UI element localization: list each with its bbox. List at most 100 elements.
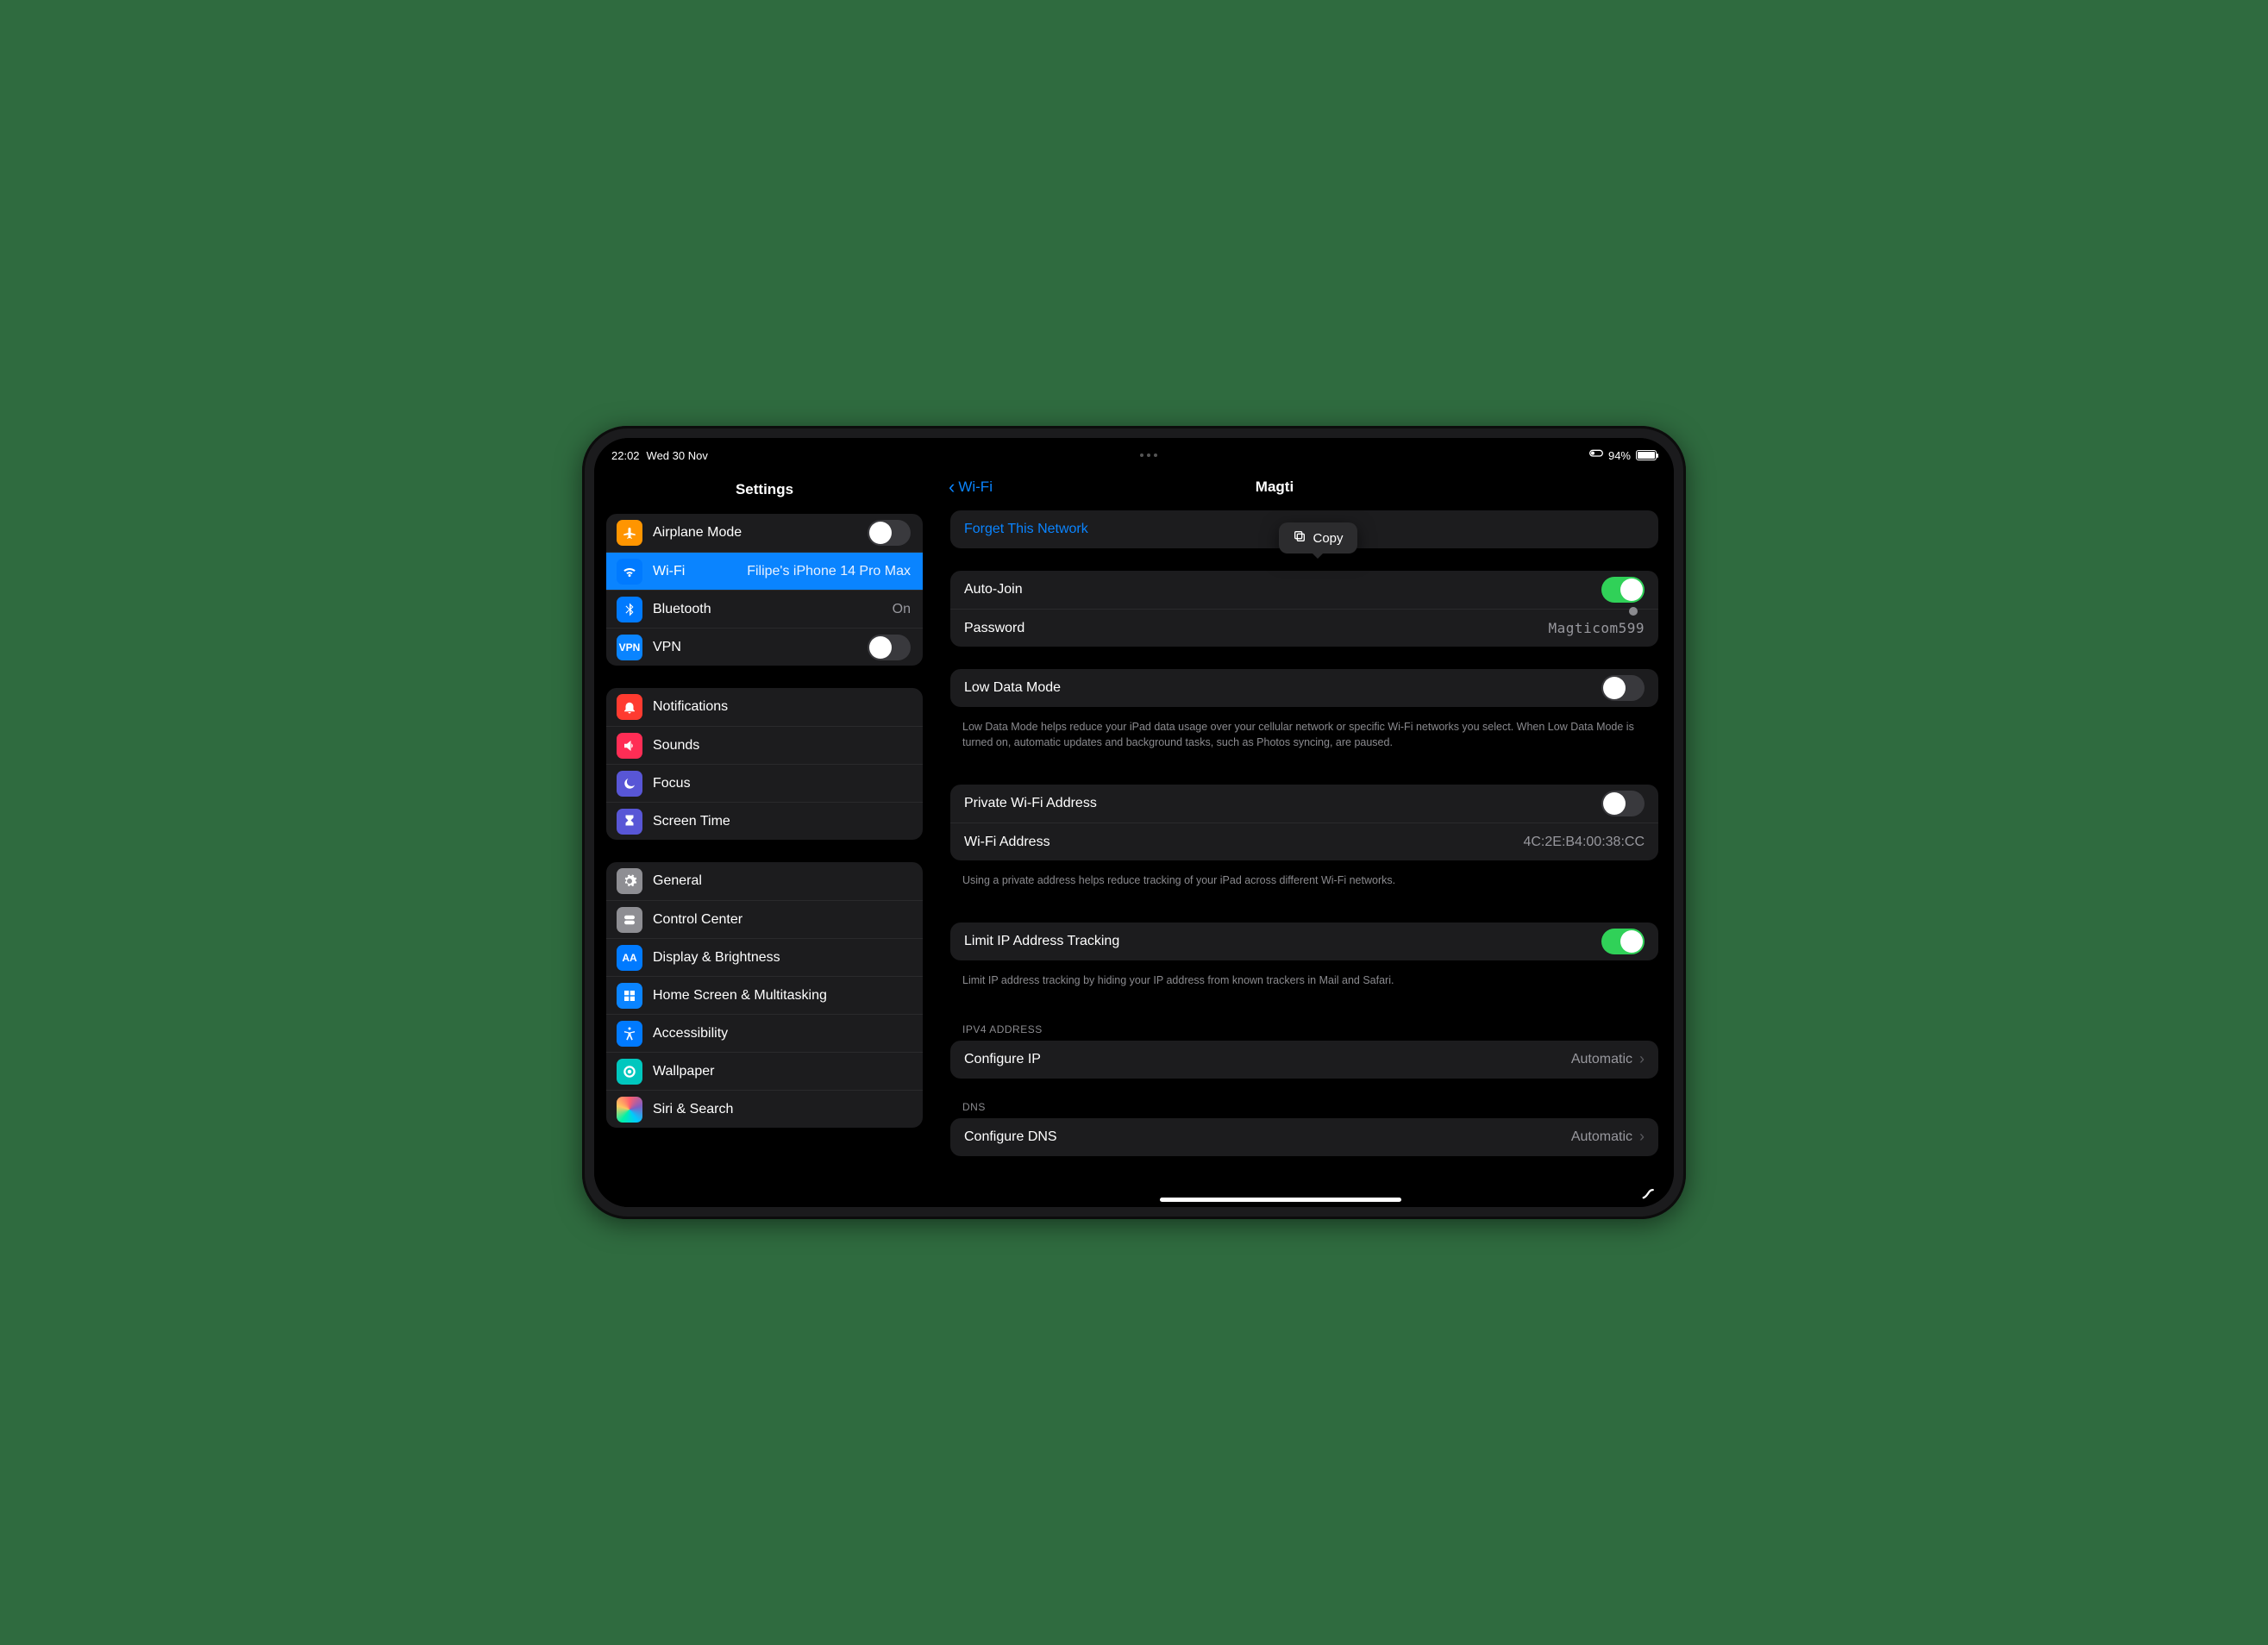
sidebar-item-sounds[interactable]: Sounds — [606, 726, 923, 764]
sidebar-item-label: VPN — [653, 640, 681, 655]
sidebar-item-display-brightness[interactable]: AA Display & Brightness — [606, 938, 923, 976]
section-footer: Low Data Mode helps reduce your iPad dat… — [950, 714, 1658, 769]
row-value: Automatic — [1571, 1129, 1632, 1145]
copy-popover[interactable]: Copy — [1279, 522, 1357, 554]
sidebar-item-value: Filipe's iPhone 14 Pro Max — [747, 564, 911, 579]
siri-icon — [617, 1097, 642, 1123]
sidebar-item-label: Control Center — [653, 912, 742, 928]
sidebar-item-label: Wi-Fi — [653, 564, 685, 579]
sidebar-item-general[interactable]: General — [606, 862, 923, 900]
sidebar-item-label: General — [653, 873, 702, 889]
sidebar-item-label: Sounds — [653, 738, 699, 754]
toggle[interactable] — [1601, 577, 1645, 603]
sidebar-item-focus[interactable]: Focus — [606, 764, 923, 802]
battery-percent: 94% — [1608, 449, 1631, 462]
sidebar-title: Settings — [594, 474, 935, 514]
sidebar-item-label: Notifications — [653, 699, 728, 715]
row-label: Private Wi-Fi Address — [964, 796, 1097, 811]
switches-icon — [617, 907, 642, 933]
sidebar-item-label: Focus — [653, 776, 691, 791]
battery-icon — [1636, 450, 1657, 460]
home-indicator[interactable] — [1160, 1198, 1401, 1202]
sidebar-item-label: Bluetooth — [653, 602, 711, 617]
wallpaper-icon — [617, 1059, 642, 1085]
wifi-icon — [617, 559, 642, 585]
moon-icon — [617, 771, 642, 797]
chevron-right-icon: › — [1639, 1128, 1645, 1146]
status-time: 22:02 — [611, 449, 640, 462]
toggle[interactable] — [1601, 675, 1645, 701]
gear-icon — [617, 868, 642, 894]
accessibility-icon — [617, 1021, 642, 1047]
row-label: Low Data Mode — [964, 680, 1061, 696]
sidebar-item-siri-search[interactable]: Siri & Search — [606, 1090, 923, 1128]
low-data-mode-toggle[interactable]: Low Data Mode — [950, 669, 1658, 707]
row-value: 4C:2E:B4:00:38:CC — [1523, 835, 1645, 850]
airplane-icon — [617, 520, 642, 546]
section-header: IPV4 ADDRESS — [950, 1008, 1658, 1041]
sidebar-item-wi-fi[interactable]: Wi-Fi Filipe's iPhone 14 Pro Max — [606, 552, 923, 590]
sidebar-item-label: Home Screen & Multitasking — [653, 988, 827, 1004]
detail-scroll[interactable]: Forget This Network Auto-Join Password Magt… — [935, 510, 1674, 1207]
detail-title: Magti — [941, 478, 1608, 496]
status-bar: 22:02 Wed 30 Nov 94% — [594, 443, 1674, 467]
status-date: Wed 30 Nov — [647, 449, 708, 462]
sidebar-item-accessibility[interactable]: Accessibility — [606, 1014, 923, 1052]
configure-dns-row[interactable]: Configure DNS Automatic › — [950, 1118, 1658, 1156]
section-footer: Limit IP address tracking by hiding your… — [950, 967, 1658, 1007]
row-value: Automatic — [1571, 1052, 1632, 1067]
copy-icon — [1293, 529, 1306, 547]
private-wifi-toggle[interactable]: Private Wi-Fi Address — [950, 785, 1658, 822]
row-label: Auto-Join — [964, 582, 1023, 597]
sidebar-item-bluetooth[interactable]: Bluetooth On — [606, 590, 923, 628]
grid-icon — [617, 983, 642, 1009]
password-row[interactable]: Password Magticom599 — [950, 609, 1658, 647]
sidebar-item-label: Screen Time — [653, 814, 730, 829]
sidebar-item-notifications[interactable]: Notifications — [606, 688, 923, 726]
sidebar-item-label: Airplane Mode — [653, 525, 742, 541]
toggle[interactable] — [1601, 929, 1645, 954]
multitask-dots[interactable] — [708, 453, 1589, 457]
configure-ip-row[interactable]: Configure IPAutomatic› — [950, 1041, 1658, 1079]
sidebar-item-label: Display & Brightness — [653, 950, 780, 966]
aa-icon: AA — [617, 945, 642, 971]
sidebar-item-home-screen-multitasking[interactable]: Home Screen & Multitasking — [606, 976, 923, 1014]
hotspot-icon — [1589, 449, 1603, 462]
sidebar-item-wallpaper[interactable]: Wallpaper — [606, 1052, 923, 1090]
detail-pane: ‹ Wi-Fi Magti Copy Forget Th — [935, 438, 1674, 1207]
device-frame: 22:02 Wed 30 Nov 94% Settings Airplane M… — [582, 426, 1686, 1219]
toggle[interactable] — [868, 635, 911, 660]
sidebar-item-airplane-mode[interactable]: Airplane Mode — [606, 514, 923, 552]
limit-ip-tracking-toggle[interactable]: Limit IP Address Tracking — [950, 923, 1658, 960]
section-footer: Using a private address helps reduce tra… — [950, 867, 1658, 907]
toggle[interactable] — [868, 520, 911, 546]
row-label: Password — [964, 621, 1024, 636]
sidebar-item-label: Wallpaper — [653, 1064, 714, 1079]
auto-join-toggle[interactable]: Auto-Join — [950, 571, 1658, 609]
chevron-right-icon: › — [1639, 1050, 1645, 1068]
sidebar-item-vpn[interactable]: VPN VPN — [606, 628, 923, 666]
toggle[interactable] — [1601, 791, 1645, 816]
row-label: Configure DNS — [964, 1129, 1057, 1145]
row-label: Limit IP Address Tracking — [964, 934, 1119, 949]
sidebar-item-control-center[interactable]: Control Center — [606, 900, 923, 938]
scribble-icon — [1641, 1181, 1660, 1200]
selection-handle[interactable] — [1629, 607, 1638, 616]
copy-label: Copy — [1313, 531, 1344, 546]
settings-sidebar: Settings Airplane Mode Wi-Fi Filipe's iPho… — [594, 438, 935, 1207]
row-value: Magticom599 — [1549, 620, 1645, 636]
wifi-address-row: Wi-Fi Address 4C:2E:B4:00:38:CC — [950, 822, 1658, 860]
row-label: Forget This Network — [964, 522, 1088, 537]
bluetooth-icon — [617, 597, 642, 622]
bell-icon — [617, 694, 642, 720]
sidebar-item-screen-time[interactable]: Screen Time — [606, 802, 923, 840]
speaker-icon — [617, 733, 642, 759]
screen: 22:02 Wed 30 Nov 94% Settings Airplane M… — [594, 438, 1674, 1207]
sidebar-item-label: Accessibility — [653, 1026, 728, 1041]
sidebar-item-label: Siri & Search — [653, 1102, 733, 1117]
hourglass-icon — [617, 809, 642, 835]
vpn-icon: VPN — [617, 635, 642, 660]
sidebar-item-value: On — [893, 602, 911, 617]
row-label: Wi-Fi Address — [964, 835, 1050, 850]
section-header: DNS — [950, 1085, 1658, 1118]
